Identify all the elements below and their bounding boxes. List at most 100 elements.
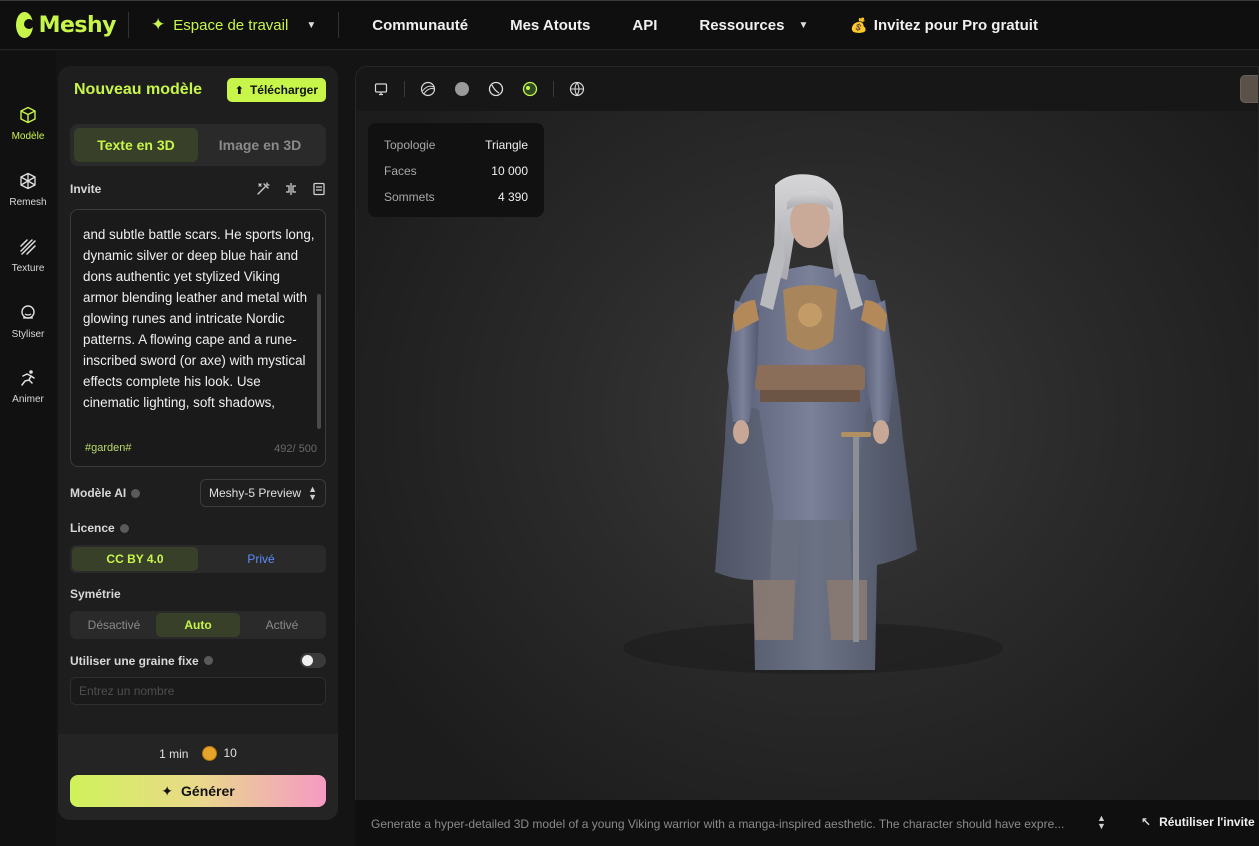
tab-text-to-3d[interactable]: Texte en 3D: [74, 128, 198, 162]
monitor-icon[interactable]: [370, 78, 392, 100]
nav-link-community[interactable]: Communauté: [351, 17, 489, 34]
invite-label: Invitez pour Pro gratuit: [873, 16, 1038, 34]
nav-divider: [338, 12, 340, 38]
tab-image-to-3d[interactable]: Image en 3D: [198, 128, 322, 162]
rail-label: Modèle: [11, 131, 45, 142]
viewer-toolbar: [356, 67, 1258, 111]
sparkle-icon: ✦: [161, 782, 174, 799]
info-icon[interactable]: [119, 523, 129, 533]
tool-rail: Modèle Remesh Texture Styliser Animer: [0, 51, 56, 846]
mode-tabs: Texte en 3D Image en 3D: [70, 124, 326, 166]
symmetry-toggle: Désactivé Auto Activé: [70, 611, 326, 639]
chevron-up-down-icon: ▲ ▼: [308, 484, 317, 502]
caret-down-icon: ▼: [798, 19, 809, 31]
textured-shading-icon[interactable]: [519, 78, 541, 100]
workspace-label: Espace de travail: [173, 16, 289, 34]
reuse-prompt-button[interactable]: ↖ Réutiliser l'invite: [1141, 815, 1255, 829]
panel-header: Nouveau modèle ⬆ Télécharger: [74, 78, 326, 102]
symmetry-option-on[interactable]: Activé: [240, 613, 324, 637]
info-icon[interactable]: [203, 656, 213, 665]
prompt-label: Invite: [70, 182, 102, 196]
credit-value: 10: [223, 746, 237, 760]
seed-label-row: Utiliser une graine fixe: [70, 653, 326, 668]
license-option-private[interactable]: Privé: [198, 547, 324, 571]
clay-shading-icon[interactable]: [485, 78, 507, 100]
globe-icon[interactable]: [566, 78, 588, 100]
resources-label: Ressources: [699, 16, 785, 34]
seed-label-wrap: Utiliser une graine fixe: [70, 654, 213, 668]
symmetry-label-row: Symétrie: [70, 587, 326, 601]
seed-toggle-switch[interactable]: [300, 653, 326, 668]
upload-label: Télécharger: [249, 83, 318, 97]
reuse-prompt-label: Réutiliser l'invite: [1159, 815, 1255, 829]
ai-model-label-row: Modèle AI: [70, 486, 190, 500]
rail-label: Remesh: [9, 197, 47, 208]
rail-label: Animer: [12, 394, 44, 405]
cube-icon: [18, 105, 38, 125]
nav-links: Communauté Mes Atouts API Ressources ▼ 💰…: [351, 17, 1059, 34]
prompt-character-counter: 492/ 500: [274, 443, 317, 455]
time-estimate: 1 min: [159, 746, 189, 761]
prompt-scrollbar[interactable]: [317, 294, 321, 429]
panel-title: Nouveau modèle: [74, 81, 203, 98]
nav-link-invite[interactable]: 💰 Invitez pour Pro gratuit: [829, 17, 1059, 34]
solid-shading-icon[interactable]: [451, 78, 473, 100]
generation-cost: 1 min 10: [58, 746, 338, 762]
nav-divider: [128, 12, 129, 38]
license-label-wrap: Licence: [70, 521, 129, 535]
nav-link-resources[interactable]: Ressources ▼: [678, 17, 829, 34]
symmetry-label: Symétrie: [70, 587, 121, 601]
prompt-text: and subtle battle scars. He sports long,…: [83, 227, 315, 410]
meshy-logo[interactable]: Meshy: [16, 12, 117, 38]
chevron-up-down-icon[interactable]: ▲ ▼: [1097, 814, 1106, 831]
seed-input[interactable]: [70, 677, 326, 705]
ai-model-value: Meshy-5 Preview: [209, 486, 302, 500]
toolbar-divider: [553, 81, 554, 97]
magic-wand-icon[interactable]: [256, 182, 270, 196]
wireframe-shading-icon[interactable]: [417, 78, 439, 100]
generation-panel: Nouveau modèle ⬆ Télécharger Texte en 3D…: [58, 66, 338, 820]
info-icon[interactable]: [131, 488, 141, 498]
symmetry-option-auto[interactable]: Auto: [156, 613, 240, 637]
ai-model-label-wrap: Modèle AI: [70, 486, 141, 500]
prompt-label-row: Invite: [70, 182, 326, 196]
rail-item-stylize[interactable]: Styliser: [0, 303, 56, 340]
upload-button[interactable]: ⬆ Télécharger: [226, 78, 326, 102]
license-label: Licence: [70, 521, 115, 535]
sparkle-icon: ✦: [151, 15, 166, 34]
panel-footer: 1 min 10 ✦ Générer: [58, 734, 338, 820]
prompt-tools: [256, 182, 326, 196]
arrow-up-left-icon: ↖: [1141, 815, 1152, 829]
logo-text: Meshy: [38, 12, 117, 38]
caret-down-icon: ▼: [306, 19, 317, 31]
credit-cost: 10: [202, 746, 237, 762]
rail-label: Texture: [11, 263, 45, 274]
model-thumbnail[interactable]: [1240, 75, 1258, 103]
nav-link-api[interactable]: API: [611, 17, 678, 34]
meshy-logo-icon: [16, 12, 34, 38]
symmetry-option-off[interactable]: Désactivé: [72, 613, 156, 637]
rail-item-texture[interactable]: Texture: [0, 237, 56, 274]
nav-link-assets[interactable]: Mes Atouts: [489, 17, 611, 34]
ai-model-label: Modèle AI: [70, 486, 127, 500]
money-bag-icon: 💰: [850, 16, 868, 33]
viking-warrior-3d-model[interactable]: [355, 110, 1259, 800]
toolbar-divider: [404, 81, 405, 97]
license-option-cc-by[interactable]: CC BY 4.0: [72, 547, 198, 571]
license-toggle: CC BY 4.0 Privé: [70, 545, 326, 573]
generate-button[interactable]: ✦ Générer: [70, 775, 326, 807]
stylize-icon: [18, 303, 38, 323]
previous-prompt-text[interactable]: Generate a hyper-detailed 3D model of a …: [371, 817, 1083, 831]
seed-label: Utiliser une graine fixe: [70, 653, 199, 668]
prompt-tag[interactable]: #garden#: [85, 442, 132, 454]
prompt-textarea[interactable]: and subtle battle scars. He sports long,…: [70, 209, 326, 467]
generate-label: Générer: [181, 783, 235, 799]
rail-item-animate[interactable]: Animer: [0, 368, 56, 405]
split-icon[interactable]: [284, 182, 298, 196]
remesh-icon: [18, 171, 38, 191]
workspace-dropdown[interactable]: ✦ Espace de travail ▼: [141, 15, 326, 35]
rail-item-model[interactable]: Modèle: [0, 105, 56, 142]
ai-model-select[interactable]: Meshy-5 Preview ▲ ▼: [200, 479, 326, 507]
rail-item-remesh[interactable]: Remesh: [0, 171, 56, 208]
book-icon[interactable]: [312, 182, 326, 196]
